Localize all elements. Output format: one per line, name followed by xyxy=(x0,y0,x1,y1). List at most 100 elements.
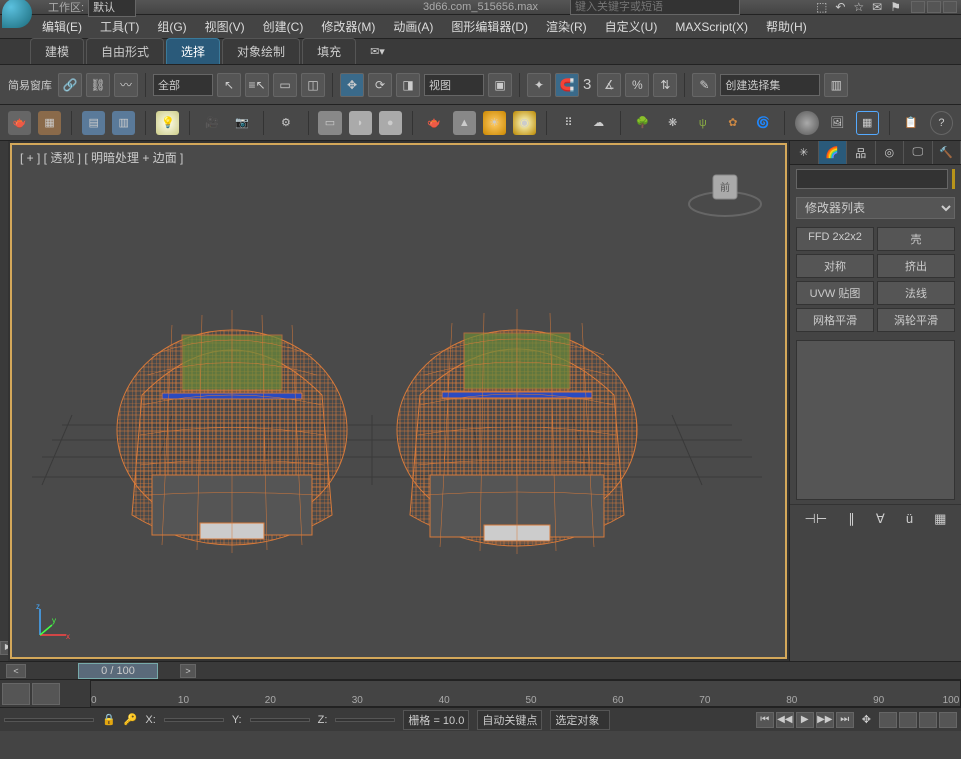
spinner-snap-icon[interactable]: ⇅ xyxy=(653,73,677,97)
tab-freeform[interactable]: 自由形式 xyxy=(86,38,164,64)
camera-icon[interactable]: 🎥 xyxy=(200,111,223,135)
teapot-icon[interactable]: 🫖 xyxy=(8,111,31,135)
time-slider[interactable]: < 0 / 100 > xyxy=(0,661,961,679)
particles-icon[interactable]: ⠿ xyxy=(557,111,580,135)
unique-icon[interactable]: ∀ xyxy=(876,511,885,527)
mini-curve-icon[interactable] xyxy=(2,683,30,705)
goto-start-icon[interactable]: ⏮ xyxy=(756,712,774,728)
tree-icon[interactable]: 🌳 xyxy=(631,111,654,135)
prev-frame-icon[interactable]: ◀◀ xyxy=(776,712,794,728)
refcoord-dropdown[interactable]: 视图 xyxy=(424,74,484,96)
utilities-tab-icon[interactable]: 🔨 xyxy=(933,141,961,164)
display-tab-icon[interactable]: 🖵 xyxy=(904,141,933,164)
qat-icon[interactable]: ↶ xyxy=(835,0,845,14)
timeline-start-icon[interactable]: < xyxy=(6,664,26,678)
cog-icon[interactable]: ⚙ xyxy=(274,111,297,135)
scale-icon[interactable]: ◨ xyxy=(396,73,420,97)
teapot-wire-icon[interactable]: 🫖 xyxy=(423,111,446,135)
menu-item[interactable]: 组(G) xyxy=(157,18,186,35)
modifier-button[interactable]: 法线 xyxy=(877,281,955,305)
menu-item[interactable]: 编辑(E) xyxy=(42,18,82,35)
menu-item[interactable]: 帮助(H) xyxy=(766,18,807,35)
named-selset-dropdown[interactable]: 创建选择集 xyxy=(720,74,820,96)
sphere-icon[interactable]: ● xyxy=(379,111,402,135)
object-color-swatch[interactable] xyxy=(952,169,955,189)
cone-icon[interactable]: ▲ xyxy=(453,111,476,135)
nav-icon[interactable] xyxy=(919,712,937,728)
qat-icon[interactable]: ⬚ xyxy=(816,0,827,14)
rotate-icon[interactable]: ⟳ xyxy=(368,73,392,97)
tab-selection[interactable]: 选择 xyxy=(166,38,220,64)
window-crossing-icon[interactable]: ◫ xyxy=(301,73,325,97)
object-name-input[interactable] xyxy=(796,169,948,189)
sun-icon[interactable]: ☀ xyxy=(483,111,506,135)
clipboard-icon[interactable]: 📋 xyxy=(900,111,923,135)
link-icon[interactable]: 🔗 xyxy=(58,73,82,97)
menu-item[interactable]: 视图(V) xyxy=(205,18,245,35)
nav-icon[interactable] xyxy=(939,712,957,728)
track-bar-ruler[interactable]: 0 10 20 30 40 50 60 70 80 90 100 xyxy=(90,680,961,707)
modifier-button[interactable]: 涡轮平滑 xyxy=(877,308,955,332)
gear-icon[interactable]: ❋ xyxy=(661,111,684,135)
selection-filter-dropdown[interactable]: 全部 xyxy=(153,74,213,96)
modifier-button[interactable]: UVW 贴图 xyxy=(796,281,874,305)
menu-item[interactable]: 动画(A) xyxy=(393,18,433,35)
car-wireframe-left[interactable] xyxy=(92,275,372,585)
minimize-button[interactable] xyxy=(911,1,925,13)
ribbon-arrow-icon[interactable]: ✉▾ xyxy=(370,45,385,58)
help-icon[interactable]: ? xyxy=(930,111,953,135)
pin-stack-icon[interactable]: ⊣⊢ xyxy=(805,511,828,527)
perspective-viewport[interactable]: [ + ] [ 透视 ] [ 明暗处理 + 边面 ] 前 xyxy=(10,143,787,659)
dome-icon[interactable]: ◗ xyxy=(349,111,372,135)
pivot-icon[interactable]: ▣ xyxy=(488,73,512,97)
tab-populate[interactable]: 填充 xyxy=(302,38,356,64)
menu-item[interactable]: 工具(T) xyxy=(100,18,139,35)
mirror-icon[interactable]: ▥ xyxy=(824,73,848,97)
mini-curve-icon[interactable] xyxy=(32,683,60,705)
glow-icon[interactable]: ◉ xyxy=(513,111,536,135)
select-object-icon[interactable]: ↖ xyxy=(217,73,241,97)
modifier-button[interactable]: FFD 2x2x2 xyxy=(796,227,874,251)
swirl-icon[interactable]: 🌀 xyxy=(751,111,774,135)
workspace-dropdown[interactable]: 默认 xyxy=(88,0,136,17)
modify-tab-icon[interactable]: 🌈 xyxy=(819,141,848,164)
light-icon[interactable]: 💡 xyxy=(156,111,179,135)
selkey-dropdown[interactable]: 选定对象 xyxy=(550,710,610,730)
render-setup-icon[interactable]: 🖼 xyxy=(826,111,849,135)
menu-item[interactable]: 修改器(M) xyxy=(321,18,375,35)
menu-item[interactable]: MAXScript(X) xyxy=(675,20,748,34)
car-wireframe-right[interactable] xyxy=(372,275,662,585)
move-icon[interactable]: ✥ xyxy=(340,73,364,97)
sample-icon[interactable]: ▦ xyxy=(38,111,61,135)
qat-icon[interactable]: ✉ xyxy=(872,0,882,14)
next-frame-icon[interactable]: ▶▶ xyxy=(816,712,834,728)
select-name-icon[interactable]: ≡↖ xyxy=(245,73,269,97)
search-input[interactable] xyxy=(570,0,740,15)
angle-snap-icon[interactable]: ∡ xyxy=(597,73,621,97)
remove-icon[interactable]: ü xyxy=(906,511,913,527)
percent-snap-icon[interactable]: % xyxy=(625,73,649,97)
select-region-rect-icon[interactable]: ▭ xyxy=(273,73,297,97)
frame-indicator[interactable]: 0 / 100 xyxy=(78,663,158,679)
menu-item[interactable]: 自定义(U) xyxy=(605,18,658,35)
axis-gizmo-icon[interactable]: z x y xyxy=(32,603,72,643)
create-tab-icon[interactable]: ✳ xyxy=(790,141,819,164)
modifier-button[interactable]: 网格平滑 xyxy=(796,308,874,332)
tab-modeling[interactable]: 建模 xyxy=(30,38,84,64)
modifier-button[interactable]: 壳 xyxy=(877,227,955,251)
bind-icon[interactable]: 〰 xyxy=(114,73,138,97)
lock-icon[interactable]: 🔑 xyxy=(124,713,138,726)
grass-icon[interactable]: ψ xyxy=(691,111,714,135)
qat-icon[interactable]: ☆ xyxy=(853,0,864,14)
menu-item[interactable]: 渲染(R) xyxy=(546,18,587,35)
goto-end-icon[interactable]: ⏭ xyxy=(836,712,854,728)
show-end-icon[interactable]: ∥ xyxy=(848,511,855,527)
render-frame-icon[interactable]: ▦ xyxy=(856,111,879,135)
menu-item[interactable]: 创建(C) xyxy=(263,18,304,35)
autokey-button[interactable]: 自动关键点 xyxy=(477,710,542,730)
lock-icon[interactable]: 🔒 xyxy=(102,713,116,726)
modifier-stack-list[interactable] xyxy=(796,340,955,500)
close-button[interactable] xyxy=(943,1,957,13)
layer-icon[interactable]: ▤ xyxy=(82,111,105,135)
modifier-button[interactable]: 对称 xyxy=(796,254,874,278)
